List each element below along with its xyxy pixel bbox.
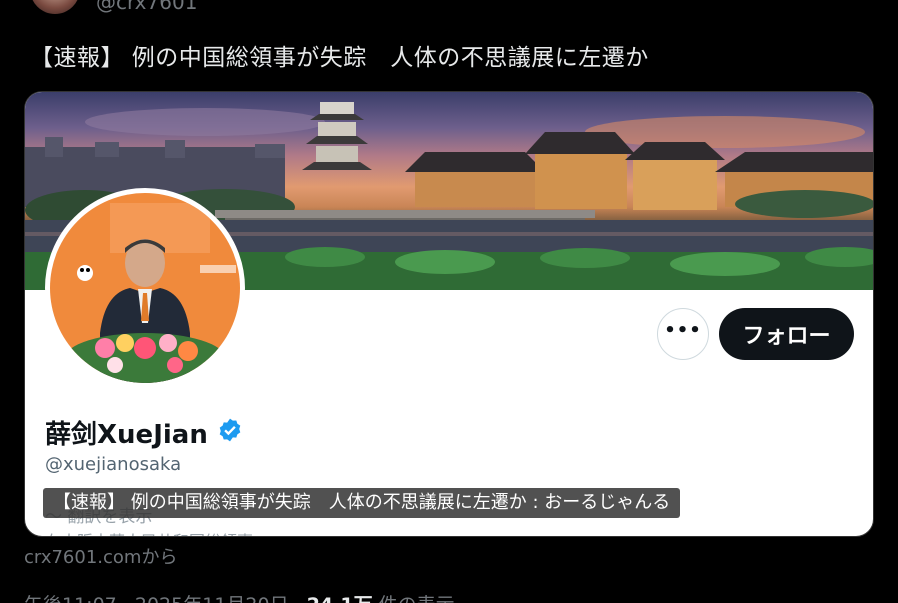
author-handle[interactable]: @crx7601: [96, 0, 197, 14]
card-source-link[interactable]: crx7601.comから: [24, 543, 177, 569]
verified-badge-icon: [219, 418, 241, 442]
profile-handle: @xuejianosaka: [45, 454, 182, 475]
link-card-title: 【速報】 例の中国総領事が失踪 人体の不思議展に左遷か : おーるじゃんる: [43, 488, 681, 518]
view-count: 24.1万: [307, 594, 373, 603]
author-avatar[interactable]: [30, 0, 80, 14]
profile-display-name: 薛剑XueJian: [45, 420, 208, 450]
tweet-time-date[interactable]: 午後11:07 · 2025年11月20日 ·: [24, 594, 307, 603]
more-dots-icon: •••: [664, 320, 702, 341]
more-options-button[interactable]: •••: [657, 308, 709, 360]
follow-button[interactable]: フォロー: [719, 308, 854, 360]
tweet-meta: 午後11:07 · 2025年11月20日 · 24.1万 件の表示: [24, 590, 455, 603]
tweet-text: 【速報】 例の中国総領事が失踪 人体の不思議展に左遷か: [30, 45, 649, 71]
profile-bio: 在大阪中華人民共和国総領事: [45, 528, 253, 536]
view-label: 件の表示: [373, 594, 455, 603]
profile-avatar[interactable]: [45, 188, 245, 388]
link-card[interactable]: ••• フォロー 薛剑XueJian @xuejianosaka 〜 翻訳を表示…: [24, 91, 874, 537]
